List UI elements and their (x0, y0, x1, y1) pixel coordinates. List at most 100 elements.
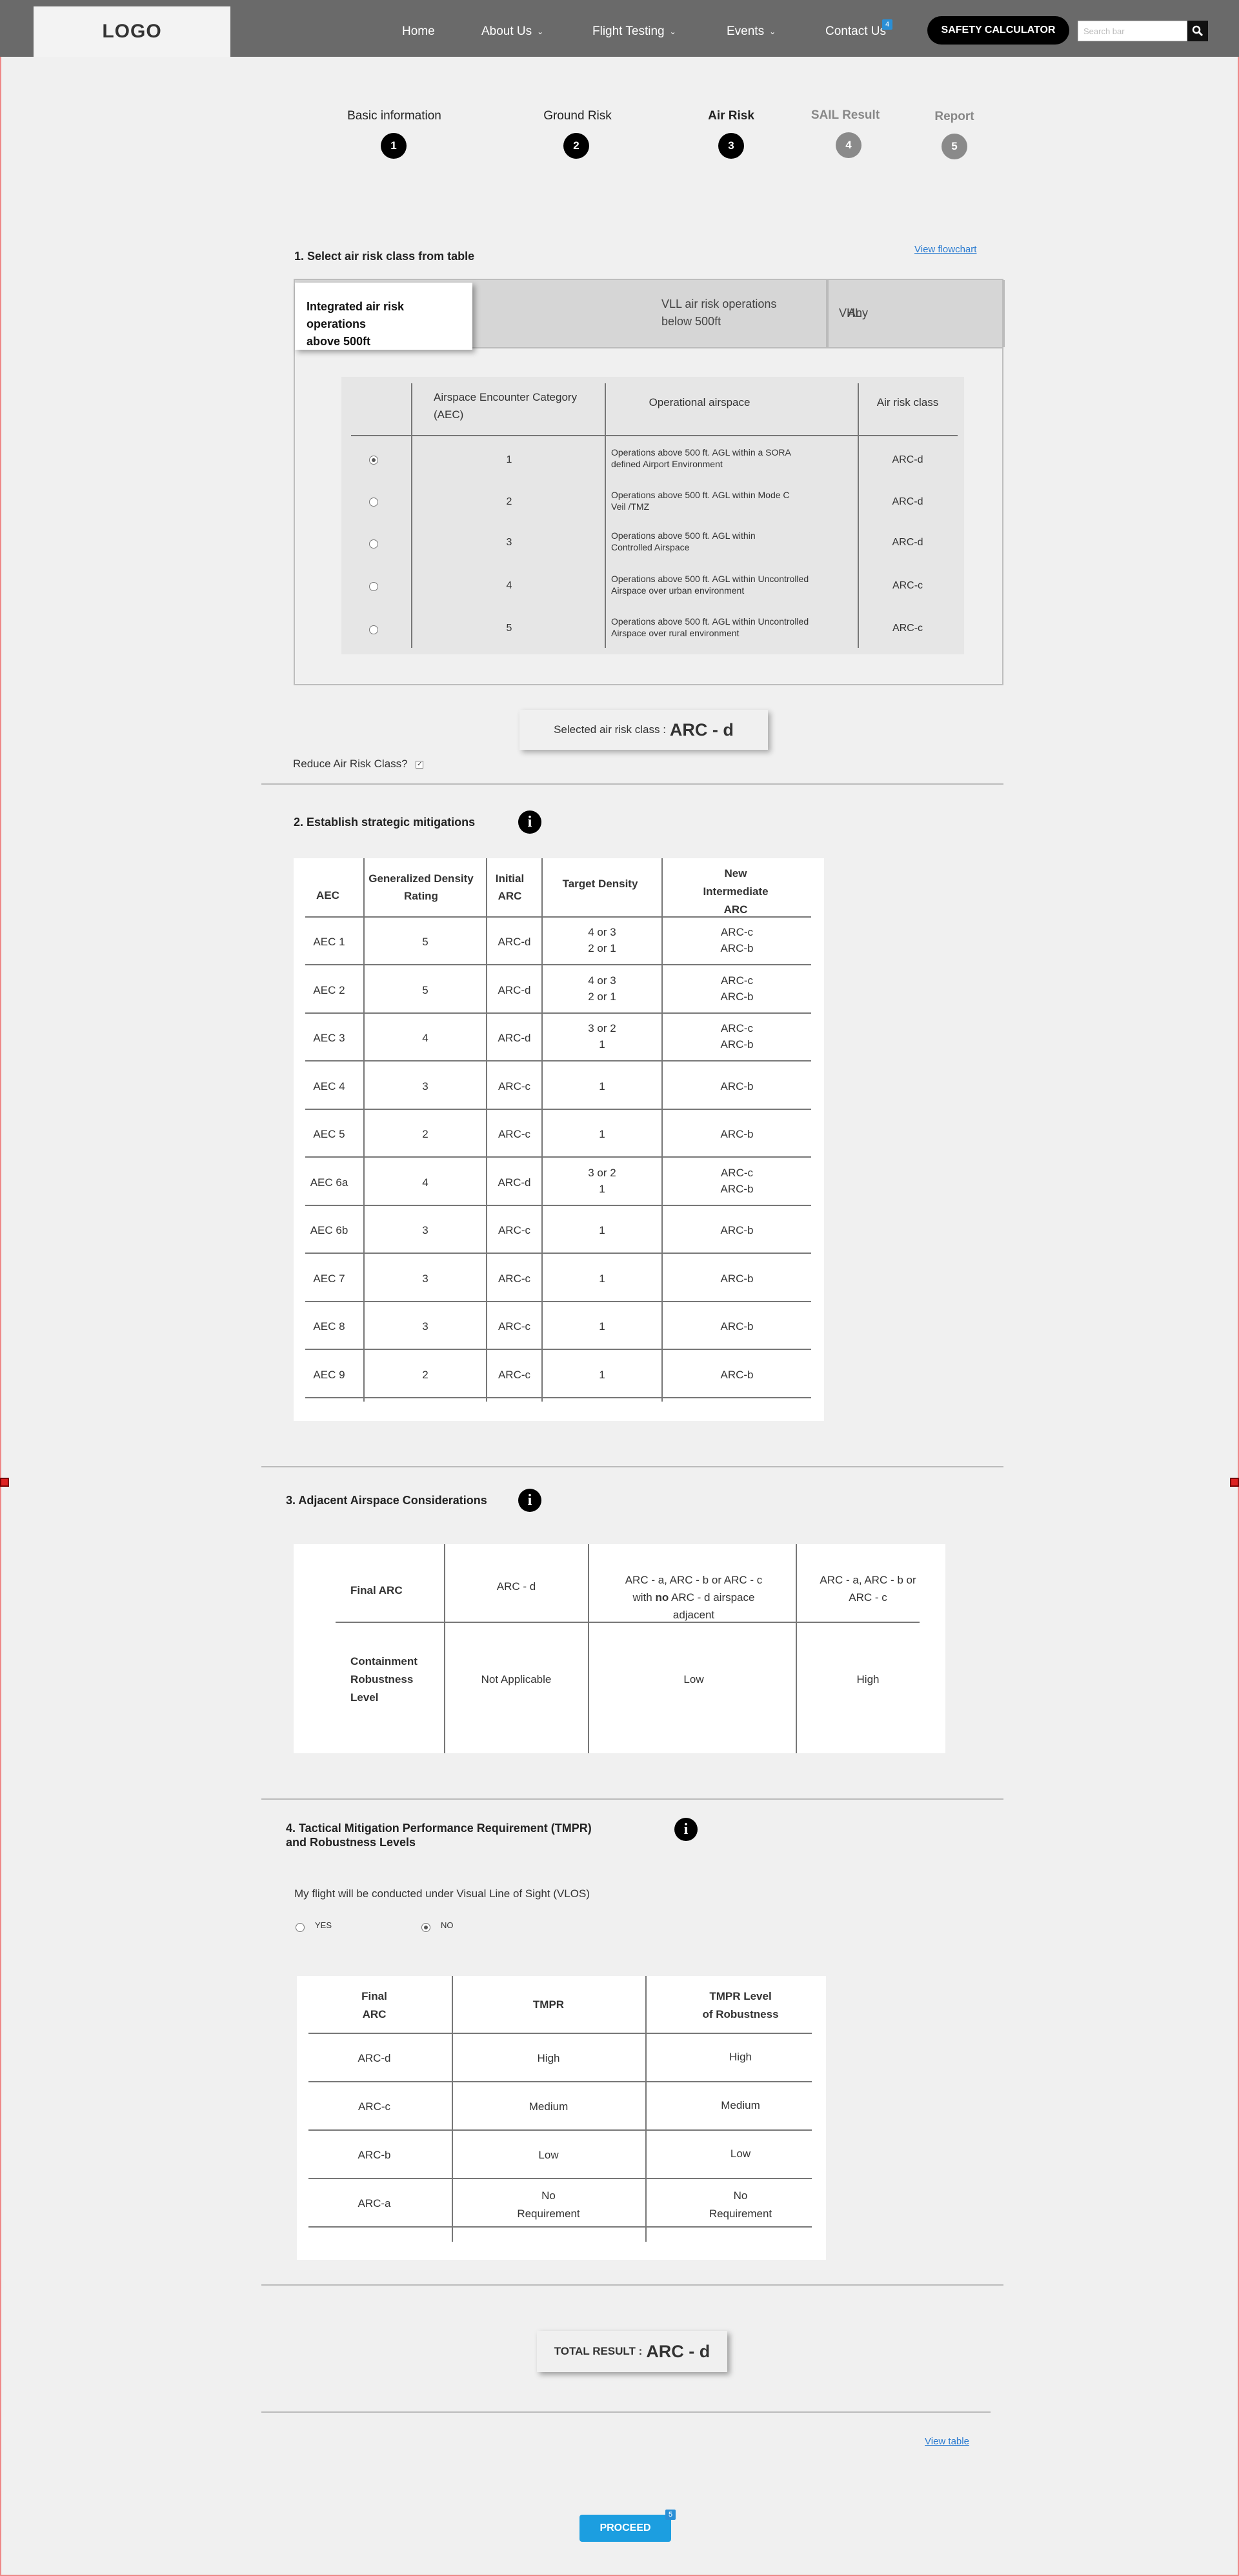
step-1[interactable]: 1 (381, 133, 407, 159)
header-arc-d: ARC - d (496, 1580, 536, 1593)
target-density-cell: 1 (599, 1128, 605, 1140)
aec-cell: AEC 5 (313, 1128, 345, 1140)
aec-4-radio[interactable] (369, 582, 378, 591)
new-arc-cell: ARC-b (720, 1320, 754, 1333)
info-icon[interactable]: i (518, 1489, 541, 1512)
final-arc-cell: ARC-d (358, 2052, 391, 2064)
view-table-link[interactable]: View table (925, 2436, 969, 2447)
robustness-cell: Low (730, 2148, 751, 2160)
step-3[interactable]: 3 (718, 133, 744, 159)
table-divider (411, 383, 412, 648)
table-divider (645, 1976, 647, 2242)
target-density-cell: 3 or 2 (588, 1166, 616, 1179)
nav-home[interactable]: Home (402, 25, 435, 39)
aec-2-radio[interactable] (369, 498, 378, 507)
search-input[interactable] (1078, 21, 1187, 41)
divider (261, 2284, 1003, 2286)
selected-label: Selected air risk class : (554, 723, 666, 736)
search-button[interactable] (1187, 21, 1208, 41)
arc-value: ARC-c (892, 623, 923, 634)
info-icon[interactable]: i (518, 810, 541, 834)
aec-value: 4 (506, 580, 512, 591)
nav-flight-testing[interactable]: Flight Testing ⌄ (592, 25, 676, 39)
aec-value: 1 (506, 454, 512, 465)
header-target-density: Target Density (562, 878, 638, 890)
chevron-down-icon: ⌄ (769, 26, 776, 36)
row-label-containment: Containment Robustness Level (350, 1655, 418, 1704)
tmpr-table: Final ARC TMPR TMPR Level of Robustness AR… (297, 1976, 826, 2260)
robustness-cell: No (733, 2189, 748, 2202)
vlos-question: My flight will be conducted under Visual… (294, 1887, 590, 1900)
aec-cell: AEC 3 (313, 1032, 345, 1044)
new-arc-cell: ARC-b (720, 1272, 754, 1285)
table-divider (305, 1060, 811, 1062)
aec-3-radio[interactable] (369, 539, 378, 548)
value-low: Low (683, 1673, 704, 1685)
adjacent-airspace-table: Final ARC ARC - d ARC - a, ARC - b or AR… (294, 1544, 945, 1753)
info-icon[interactable]: i (674, 1818, 698, 1841)
aec-cell: AEC 6b (310, 1224, 348, 1236)
header-arc-abc: ARC - a, ARC - b or ARC - c (820, 1574, 916, 1604)
nav-about-us[interactable]: About Us ⌄ (481, 25, 543, 39)
new-arc-cell: ARC-c (720, 926, 754, 938)
divider (261, 1798, 1003, 1800)
density-cell: 3 (422, 1080, 428, 1092)
resize-handle (1230, 1478, 1239, 1487)
proceed-button[interactable]: PROCEED (579, 2515, 671, 2542)
new-arc-cell: ARC-b (720, 990, 754, 1003)
aec-1-radio[interactable] (369, 456, 378, 465)
vlos-yes-label: YES (315, 1920, 332, 1930)
vlos-yes-radio[interactable] (296, 1923, 305, 1932)
resize-handle (0, 1478, 9, 1487)
tmpr-cell: Requirement (517, 2208, 580, 2220)
total-result: TOTAL RESULT : ARC - d (537, 2331, 727, 2372)
tab-vll-below-500ft[interactable]: VLL air risk operations below 500ft (650, 280, 827, 347)
step-2[interactable]: 2 (563, 133, 589, 159)
initial-arc-cell: ARC-c (498, 1368, 531, 1381)
nav-events[interactable]: Events ⌄ (727, 25, 776, 39)
density-cell: 3 (422, 1224, 428, 1236)
aec-cell: AEC 6a (310, 1176, 348, 1189)
reduce-checkbox[interactable]: ✓ (416, 760, 424, 769)
new-arc-cell: ARC-c (720, 1166, 754, 1179)
logo[interactable]: LOGO (34, 6, 230, 57)
new-arc-cell: ARC-b (720, 1224, 754, 1236)
initial-arc-cell: ARC-c (498, 1320, 531, 1333)
step-5[interactable]: 5 (942, 134, 967, 159)
target-density-cell: 3 or 2 (588, 1022, 616, 1034)
vlos-no-option[interactable]: NO (421, 1920, 454, 1932)
step-label-air-risk: Air Risk (708, 109, 754, 123)
target-density-cell: 4 or 3 (588, 974, 616, 987)
chevron-down-icon: ⌄ (537, 26, 544, 36)
header-operational-airspace: Operational airspace (649, 396, 750, 408)
tab-any[interactable]: Any (827, 280, 1002, 347)
new-arc-cell: ARC-b (720, 1368, 754, 1381)
tab-integrated-above-500ft[interactable]: Integrated air risk operations above 500f… (295, 283, 472, 350)
nav-contact-us[interactable]: Contact Us (825, 25, 886, 39)
final-arc-cell: ARC-b (358, 2149, 391, 2161)
total-label: TOTAL RESULT : (554, 2345, 643, 2357)
table-divider (308, 2178, 812, 2179)
aec-5-radio[interactable] (369, 625, 378, 634)
header-arc-abc-no-d: ARC - a, ARC - b or ARC - c with no ARC … (625, 1574, 763, 1621)
view-flowchart-link[interactable]: View flowchart (914, 244, 976, 255)
tmpr-cell: Low (538, 2149, 559, 2161)
target-density-cell: 1 (599, 1272, 605, 1285)
robustness-cell: Medium (721, 2099, 760, 2111)
aec-value: 2 (506, 496, 512, 507)
density-cell: 3 (422, 1320, 428, 1333)
new-arc-cell: ARC-b (720, 1038, 754, 1051)
operational-airspace-text: Operations above 500 ft. AGL within Unco… (611, 616, 809, 638)
safety-calculator-button[interactable]: SAFETY CALCULATOR (927, 16, 1069, 45)
target-density-cell: 1 (599, 1080, 605, 1092)
density-cell: 5 (422, 936, 428, 948)
header-tmpr: TMPR (532, 1998, 565, 2011)
initial-arc-cell: ARC-c (498, 1080, 531, 1092)
target-density-cell: 2 or 1 (588, 990, 616, 1003)
vlos-no-radio[interactable] (421, 1923, 430, 1932)
new-arc-cell: ARC-b (720, 942, 754, 954)
new-arc-cell: ARC-b (720, 1080, 754, 1092)
vlos-yes-option[interactable]: YES (296, 1920, 332, 1932)
step-4[interactable]: 4 (836, 132, 861, 158)
total-value: ARC - d (646, 2341, 710, 2361)
